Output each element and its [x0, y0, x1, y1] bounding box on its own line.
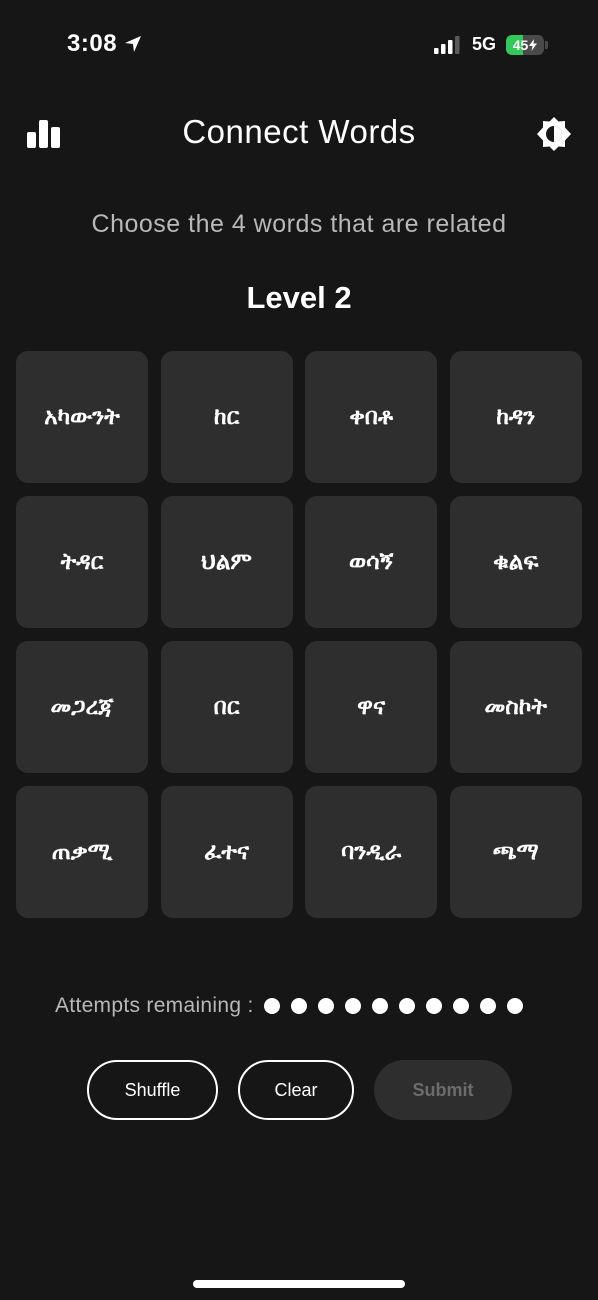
word-tile[interactable]: ባንዲራ: [305, 786, 438, 918]
attempts-label: Attempts remaining :: [55, 994, 254, 1017]
word-tile[interactable]: መጋረጃ: [16, 641, 148, 773]
attempt-dot: [479, 998, 496, 1014]
word-tile[interactable]: ቀበቶ: [305, 351, 438, 483]
battery-level: 45: [512, 36, 529, 53]
brightness-icon[interactable]: [536, 116, 572, 152]
word-tile[interactable]: ጠቃሚ: [16, 786, 148, 918]
attempt-dot: [452, 998, 469, 1014]
location-arrow-icon: [125, 36, 142, 52]
instruction-text: Choose the 4 words that are related: [91, 210, 507, 238]
word-tile[interactable]: ወሳኝ: [305, 496, 438, 628]
app-header: Connect Words: [0, 108, 598, 160]
attempts-remaining: Attempts remaining :: [55, 994, 523, 1018]
word-tile[interactable]: ከር: [160, 351, 293, 483]
word-tile[interactable]: አካውንት: [16, 351, 148, 483]
clear-button[interactable]: Clear: [238, 1060, 354, 1120]
attempt-dot: [398, 998, 415, 1014]
action-buttons: Shuffle Clear Submit: [87, 1060, 512, 1120]
page-title: Connect Words: [182, 113, 416, 150]
attempt-dot: [425, 998, 442, 1014]
shuffle-button[interactable]: Shuffle: [87, 1060, 218, 1120]
charging-bolt-icon: [529, 38, 538, 51]
word-tile[interactable]: መስኮት: [449, 641, 582, 773]
attempt-dot: [506, 998, 523, 1014]
battery-cap: [545, 40, 548, 49]
word-tile[interactable]: ቁልፍ: [449, 496, 582, 628]
status-bar: 3:08 5G 45: [0, 0, 598, 90]
status-indicators: 5G 45: [433, 34, 548, 55]
word-tile[interactable]: ፈተና: [160, 786, 293, 918]
status-time: 3:08: [67, 30, 143, 58]
attempt-dot: [344, 998, 361, 1014]
home-indicator[interactable]: [193, 1280, 405, 1288]
attempt-dot: [317, 998, 334, 1014]
level-title: Level 2: [246, 280, 352, 315]
word-tile[interactable]: በር: [160, 641, 293, 773]
word-tile[interactable]: ህልም: [160, 496, 293, 628]
word-grid: አካውንት ከር ቀበቶ ከዳን ትዳር ህልም ወሳኝ ቁልፍ መጋረጃ በር…: [16, 351, 582, 918]
battery-icon: 45: [506, 34, 544, 55]
attempt-dots: [263, 998, 523, 1014]
word-tile[interactable]: ጫማ: [449, 786, 582, 918]
submit-button[interactable]: Submit: [374, 1060, 512, 1120]
word-tile[interactable]: ዋና: [305, 641, 438, 773]
word-tile[interactable]: ትዳር: [16, 496, 148, 628]
word-tile[interactable]: ከዳን: [449, 351, 582, 483]
cellular-signal-icon: [433, 35, 460, 54]
network-type: 5G: [471, 34, 496, 54]
attempt-dot: [371, 998, 388, 1014]
attempt-dot: [290, 998, 307, 1014]
attempt-dot: [263, 998, 280, 1014]
clock-label: 3:08: [67, 30, 118, 57]
